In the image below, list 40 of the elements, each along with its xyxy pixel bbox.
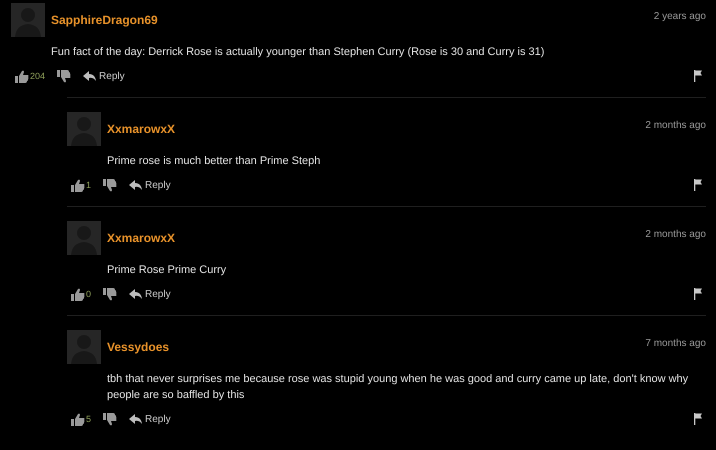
flag-icon[interactable] bbox=[694, 288, 702, 300]
thumbs-down-icon[interactable] bbox=[103, 178, 118, 192]
timestamp: 7 months ago bbox=[645, 338, 706, 349]
flag-icon[interactable] bbox=[694, 179, 702, 191]
like-count: 5 bbox=[86, 414, 92, 424]
flag-icon[interactable] bbox=[694, 413, 702, 425]
like-count: 1 bbox=[86, 180, 92, 190]
avatar-icon bbox=[67, 112, 101, 146]
reply-arrow-icon bbox=[83, 71, 96, 81]
comment-text: Prime Rose Prime Curry bbox=[107, 263, 228, 278]
thumbs-down-icon[interactable] bbox=[57, 70, 72, 82]
avatar-icon bbox=[67, 330, 101, 364]
comment-text: Fun fact of the day: Derrick Rose is actually younger than Stephen Curry (Rose is 30 and Curry is 31) bbox=[51, 45, 546, 60]
reply-arrow-icon bbox=[129, 180, 142, 190]
thumbs-down-icon[interactable] bbox=[103, 412, 118, 426]
username[interactable]: SapphireDragon69 bbox=[51, 13, 158, 27]
like-count: 0 bbox=[86, 289, 92, 299]
reply-button[interactable]: Reply bbox=[129, 180, 171, 190]
flag-icon[interactable] bbox=[694, 70, 702, 82]
reply-button[interactable]: Reply bbox=[129, 288, 171, 300]
reply-arrow-icon bbox=[129, 414, 142, 424]
timestamp: 2 months ago bbox=[645, 120, 706, 131]
reply-button[interactable]: Reply bbox=[83, 70, 125, 82]
thumbs-up-icon[interactable] bbox=[71, 412, 85, 426]
avatar-icon bbox=[67, 221, 101, 255]
timestamp: 2 years ago bbox=[654, 11, 706, 22]
thumbs-up-icon[interactable] bbox=[71, 178, 85, 192]
avatar-icon bbox=[11, 3, 45, 37]
reply-button[interactable]: Reply bbox=[129, 414, 171, 424]
username[interactable]: XxmarowxX bbox=[107, 122, 176, 136]
thumbs-down-icon[interactable] bbox=[103, 288, 118, 300]
like-count: 204 bbox=[30, 71, 46, 81]
thumbs-up-icon[interactable] bbox=[71, 288, 85, 300]
reply-arrow-icon bbox=[129, 289, 142, 299]
username[interactable]: XxmarowxX bbox=[107, 231, 176, 245]
username[interactable]: Vessydoes bbox=[107, 340, 170, 354]
comment-text: Prime rose is much better than Prime Steph bbox=[107, 154, 322, 169]
thumbs-up-icon[interactable] bbox=[15, 70, 29, 82]
timestamp: 2 months ago bbox=[645, 229, 706, 240]
comment-text: tbh that never surprises me because rose was stupid young when he was good and curry came up late, don't know why people are so baffled by this bbox=[107, 372, 690, 403]
